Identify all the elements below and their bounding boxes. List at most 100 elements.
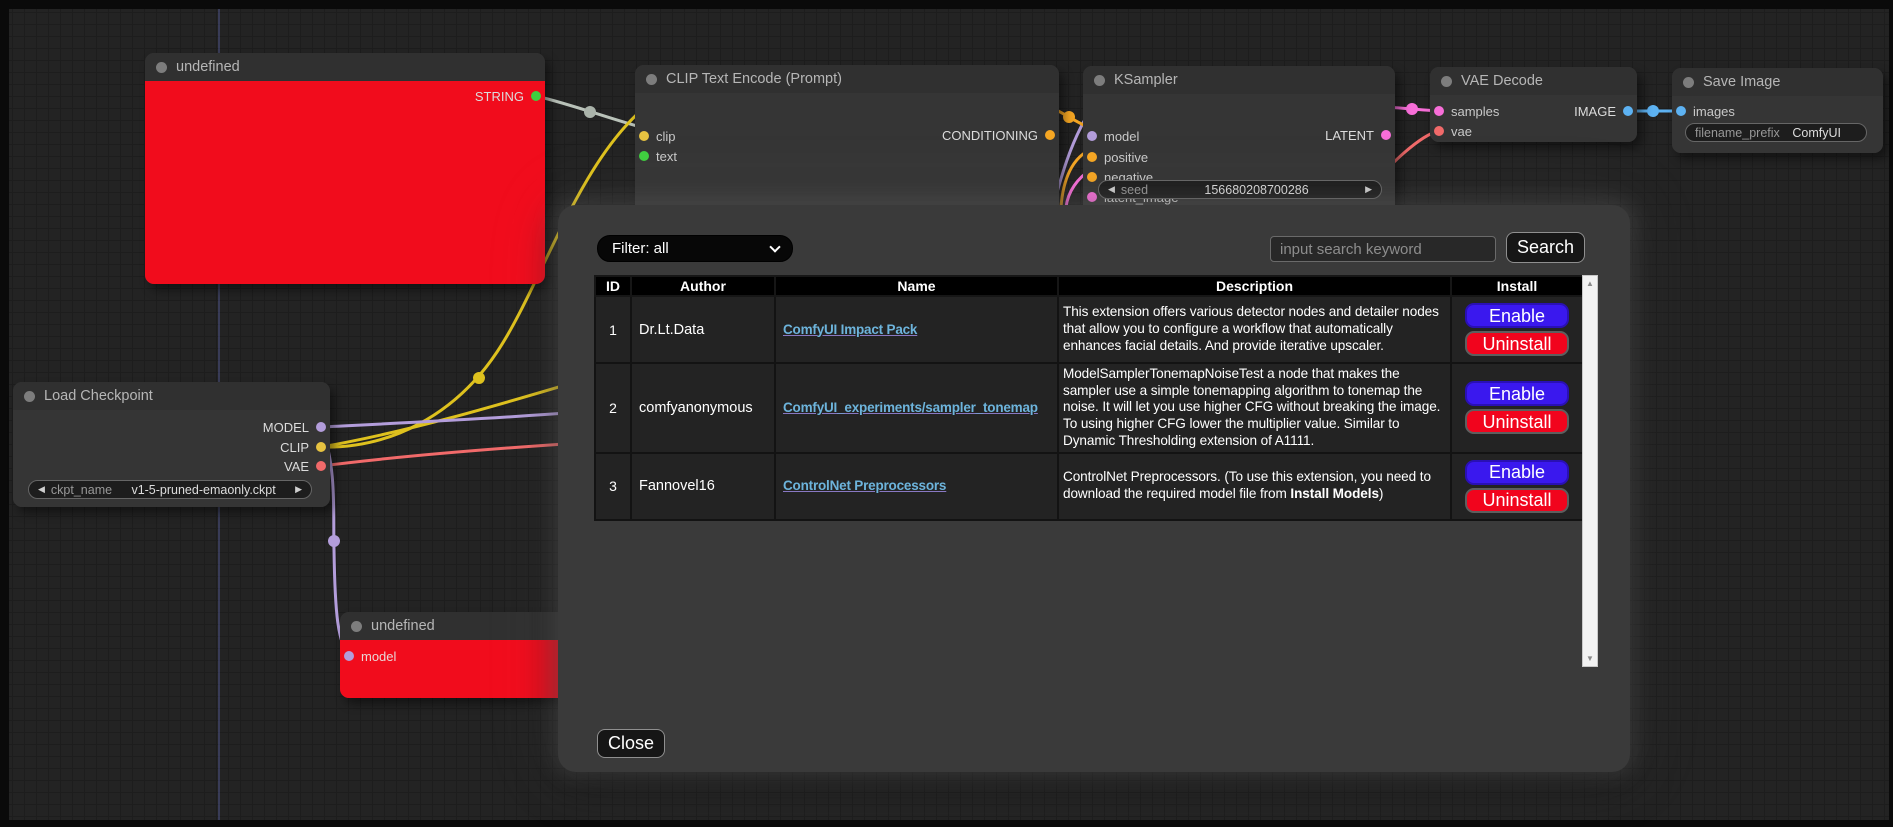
slot-label: CLIP [280,440,309,455]
node-header[interactable]: VAE Decode [1430,67,1637,95]
node-save-image[interactable]: Save Image images filename_prefix ComfyU… [1672,68,1883,153]
input-dot[interactable] [1087,172,1097,182]
canvas-edge [1889,0,1893,827]
extension-link[interactable]: ComfyUI Impact Pack [783,322,917,337]
extension-link[interactable]: ComfyUI_experiments/sampler_tonemap [783,400,1038,415]
scroll-up-icon[interactable]: ▲ [1583,279,1597,288]
input-slot-images[interactable]: images [1676,102,1735,120]
output-slot-string[interactable]: STRING [475,87,541,105]
collapse-dot-icon[interactable] [646,74,657,85]
decrement-arrow-icon[interactable]: ◀ [1108,184,1115,195]
input-slot-samples[interactable]: samples [1434,102,1499,120]
node-header[interactable]: Save Image [1672,68,1883,96]
extension-table: IDAuthorNameDescriptionInstall 1Dr.Lt.Da… [594,275,1584,521]
uninstall-button[interactable]: Uninstall [1465,488,1569,513]
node-header[interactable]: undefined [145,53,545,81]
search-input[interactable] [1270,236,1496,262]
input-dot[interactable] [1087,192,1097,202]
reroute-dot[interactable] [1406,103,1418,115]
column-header: Name [775,276,1058,296]
reroute-dot[interactable] [1063,111,1075,123]
output-dot[interactable] [316,422,326,432]
input-dot[interactable] [639,151,649,161]
collapse-dot-icon[interactable] [1441,76,1452,87]
node-load-checkpoint[interactable]: Load Checkpoint MODEL CLIP VAE ◀ ckpt_na… [13,382,330,507]
search-button[interactable]: Search [1506,232,1585,263]
slot-label: LATENT [1325,128,1374,143]
node-ksampler[interactable]: KSampler model positive negative latent_… [1083,66,1395,216]
output-slot-clip[interactable]: CLIP [280,438,326,456]
table-scrollbar[interactable]: ▲ ▼ [1582,275,1598,667]
enable-button[interactable]: Enable [1465,303,1569,328]
extension-install-cell: Enable Uninstall [1451,363,1583,453]
node-undefined-string[interactable]: undefined STRING [145,53,545,284]
output-dot[interactable] [1381,130,1391,140]
node-header[interactable]: Load Checkpoint [13,382,330,410]
filename-prefix-widget[interactable]: filename_prefix ComfyUI [1685,123,1867,142]
collapse-dot-icon[interactable] [1094,75,1105,86]
input-dot[interactable] [1087,152,1097,162]
node-undefined-model[interactable]: undefined model [340,612,575,698]
reroute-dot[interactable] [473,372,485,384]
increment-arrow-icon[interactable]: ▶ [1365,184,1372,195]
input-slot-text[interactable]: text [639,147,677,165]
slot-label: VAE [284,459,309,474]
reroute-dot[interactable] [328,535,340,547]
collapse-dot-icon[interactable] [1683,77,1694,88]
ckpt-name-widget[interactable]: ◀ ckpt_name v1-5-pruned-emaonly.ckpt ▶ [28,480,312,499]
extension-author: comfyanonymous [631,363,775,453]
input-slot-clip[interactable]: clip [639,127,676,145]
widget-value: v1-5-pruned-emaonly.ckpt [118,483,289,497]
input-slot-positive[interactable]: positive [1087,148,1148,166]
reroute-dot[interactable] [1647,105,1659,117]
input-dot[interactable] [1434,126,1444,136]
node-vae-decode[interactable]: VAE Decode samples vae IMAGE [1430,67,1637,142]
node-title: undefined [176,59,240,75]
input-dot[interactable] [1434,106,1444,116]
slot-label: images [1693,104,1735,119]
wire-string-to-text [536,96,644,128]
collapse-dot-icon[interactable] [351,621,362,632]
input-dot[interactable] [1087,131,1097,141]
output-slot-conditioning[interactable]: CONDITIONING [942,126,1055,144]
output-slot-model[interactable]: MODEL [263,418,326,436]
scroll-down-icon[interactable]: ▼ [1583,654,1597,663]
next-arrow-icon[interactable]: ▶ [295,484,302,495]
node-clip-text-encode[interactable]: CLIP Text Encode (Prompt) clip text COND… [635,65,1059,215]
input-slot-vae[interactable]: vae [1434,122,1472,140]
output-dot[interactable] [531,91,541,101]
node-graph-canvas[interactable]: undefined STRING CLIP Text Encode (Promp… [0,0,1893,827]
output-dot[interactable] [1623,106,1633,116]
node-header[interactable]: KSampler [1083,66,1395,94]
input-dot[interactable] [1676,106,1686,116]
input-slot-model[interactable]: model [344,647,396,665]
extension-name: ComfyUI_experiments/sampler_tonemap [775,363,1058,453]
output-slot-image[interactable]: IMAGE [1574,102,1633,120]
slot-label: positive [1104,150,1148,165]
output-dot[interactable] [316,442,326,452]
enable-button[interactable]: Enable [1465,381,1569,406]
close-button[interactable]: Close [597,729,665,758]
node-header[interactable]: CLIP Text Encode (Prompt) [635,65,1059,93]
output-dot[interactable] [316,461,326,471]
slot-label: vae [1451,124,1472,139]
collapse-dot-icon[interactable] [24,391,35,402]
uninstall-button[interactable]: Uninstall [1465,331,1569,356]
input-dot[interactable] [639,131,649,141]
extension-link[interactable]: ControlNet Preprocessors [783,478,946,493]
seed-widget[interactable]: ◀ seed 156680208700286 ▶ [1098,180,1382,199]
uninstall-button[interactable]: Uninstall [1465,409,1569,434]
collapse-dot-icon[interactable] [156,62,167,73]
filter-select[interactable]: Filter: all [597,235,793,262]
extension-description: ControlNet Preprocessors. (To use this e… [1058,453,1451,520]
output-slot-latent[interactable]: LATENT [1325,126,1391,144]
reroute-dot[interactable] [584,106,596,118]
output-slot-vae[interactable]: VAE [284,457,326,475]
enable-button[interactable]: Enable [1465,460,1569,485]
input-slot-model[interactable]: model [1087,127,1139,145]
output-dot[interactable] [1045,130,1055,140]
node-header[interactable]: undefined [340,612,575,640]
input-dot[interactable] [344,651,354,661]
prev-arrow-icon[interactable]: ◀ [38,484,45,495]
widget-label: seed [1121,183,1148,197]
